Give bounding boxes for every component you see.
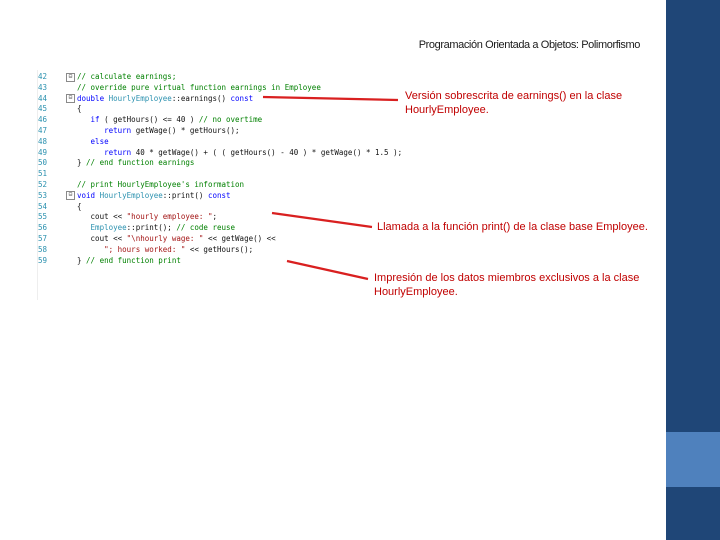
earnings-arrow	[262, 95, 399, 102]
annotation-arrows	[262, 95, 399, 281]
print-members-arrow	[286, 259, 369, 281]
print-base-arrow	[271, 211, 373, 229]
